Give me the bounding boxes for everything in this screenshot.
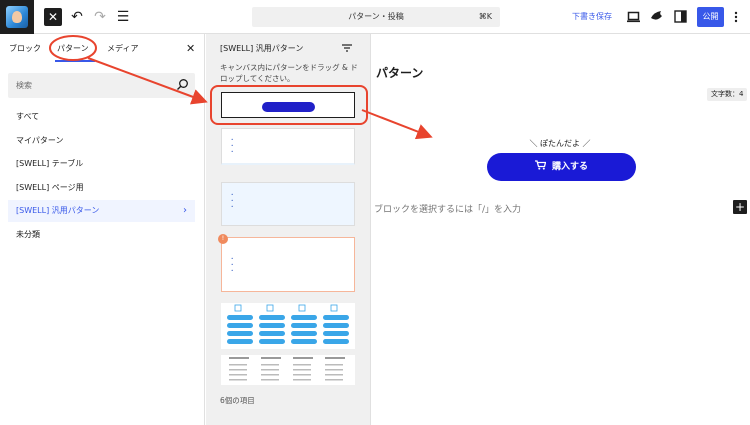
search-input[interactable] — [8, 73, 168, 98]
redo-icon[interactable]: ↷ — [91, 8, 109, 26]
shortcut-hint: ⌘K — [478, 12, 492, 21]
pattern-preview-notice[interactable]: ! • • • — [218, 234, 355, 292]
pattern-search[interactable] — [8, 73, 195, 98]
site-icon[interactable] — [0, 0, 34, 34]
list-view-icon[interactable]: ☰ — [114, 8, 132, 26]
tab-media[interactable]: メディア — [107, 43, 138, 54]
pattern-thumbnail-grid — [227, 304, 349, 344]
pattern-panel-description: キャンバス内にパターンをドラッグ & ドロップしてください。 — [220, 63, 358, 83]
button-caption[interactable]: ＼ ぽたんだよ ／ — [485, 138, 635, 149]
avatar — [6, 6, 28, 28]
pattern-thumbnail-button — [262, 102, 315, 112]
pattern-thumbnail-lines: • • • — [231, 192, 234, 209]
close-panel-icon[interactable]: ✕ — [186, 42, 195, 55]
category-item-my-patterns[interactable]: マイパターン — [8, 130, 195, 152]
active-tab-indicator — [55, 60, 95, 62]
save-draft-button[interactable]: 下書き保存 — [572, 11, 612, 22]
buy-button-label: 購入する — [551, 162, 588, 172]
buy-button[interactable]: 購入する — [487, 153, 636, 181]
character-count-badge: 文字数：4 — [707, 88, 748, 101]
pattern-preview-grid-buttons[interactable] — [221, 303, 355, 349]
tab-patterns[interactable]: パターン — [57, 43, 89, 54]
pattern-count: 6個の項目 — [220, 396, 255, 405]
pattern-panel-title: [SWELL] 汎用パターン — [220, 44, 304, 53]
add-block-button[interactable]: + — [733, 200, 747, 214]
swell-icon[interactable] — [650, 10, 663, 23]
editor-canvas[interactable] — [372, 34, 750, 425]
warning-icon: ! — [218, 234, 228, 244]
pattern-thumbnail-lines: • • • — [231, 137, 234, 154]
publish-button[interactable]: 公開 — [697, 7, 724, 27]
search-icon — [177, 79, 188, 90]
pattern-preview-button[interactable] — [221, 92, 355, 118]
chevron-right-icon: › — [183, 205, 187, 216]
category-item-uncategorized[interactable]: 未分類 — [8, 224, 195, 246]
category-item-swell-table[interactable]: [SWELL] テーブル — [8, 153, 195, 175]
pattern-preview-columns[interactable] — [221, 355, 355, 385]
tab-blocks[interactable]: ブロック — [9, 43, 41, 54]
command-palette-bar[interactable]: パターン・投稿 ⌘K — [252, 7, 500, 27]
settings-sidebar-icon[interactable] — [674, 10, 687, 23]
close-inserter-button[interactable]: ✕ — [44, 8, 62, 26]
pattern-preview-list[interactable]: • • • — [221, 128, 355, 165]
preview-icon[interactable] — [627, 11, 640, 23]
pattern-thumbnail-columns — [229, 357, 345, 381]
pattern-thumbnail-lines: • • • — [231, 256, 234, 273]
document-title: パターン・投稿 — [348, 12, 404, 21]
block-placeholder[interactable]: ブロックを選択するには「/」を入力 — [374, 202, 521, 215]
category-item-swell-general[interactable]: [SWELL] 汎用パターン › — [8, 200, 195, 222]
category-item-swell-page[interactable]: [SWELL] ページ用 — [8, 177, 195, 199]
options-icon[interactable] — [733, 11, 739, 23]
category-label: [SWELL] 汎用パターン — [16, 206, 100, 215]
post-title[interactable]: パターン — [376, 64, 423, 81]
category-item-all[interactable]: すべて — [8, 106, 195, 128]
cart-icon — [534, 160, 547, 170]
filter-icon[interactable] — [341, 42, 353, 54]
undo-icon[interactable]: ↶ — [68, 8, 86, 26]
pattern-preview-list-blue[interactable]: • • • — [221, 182, 355, 226]
